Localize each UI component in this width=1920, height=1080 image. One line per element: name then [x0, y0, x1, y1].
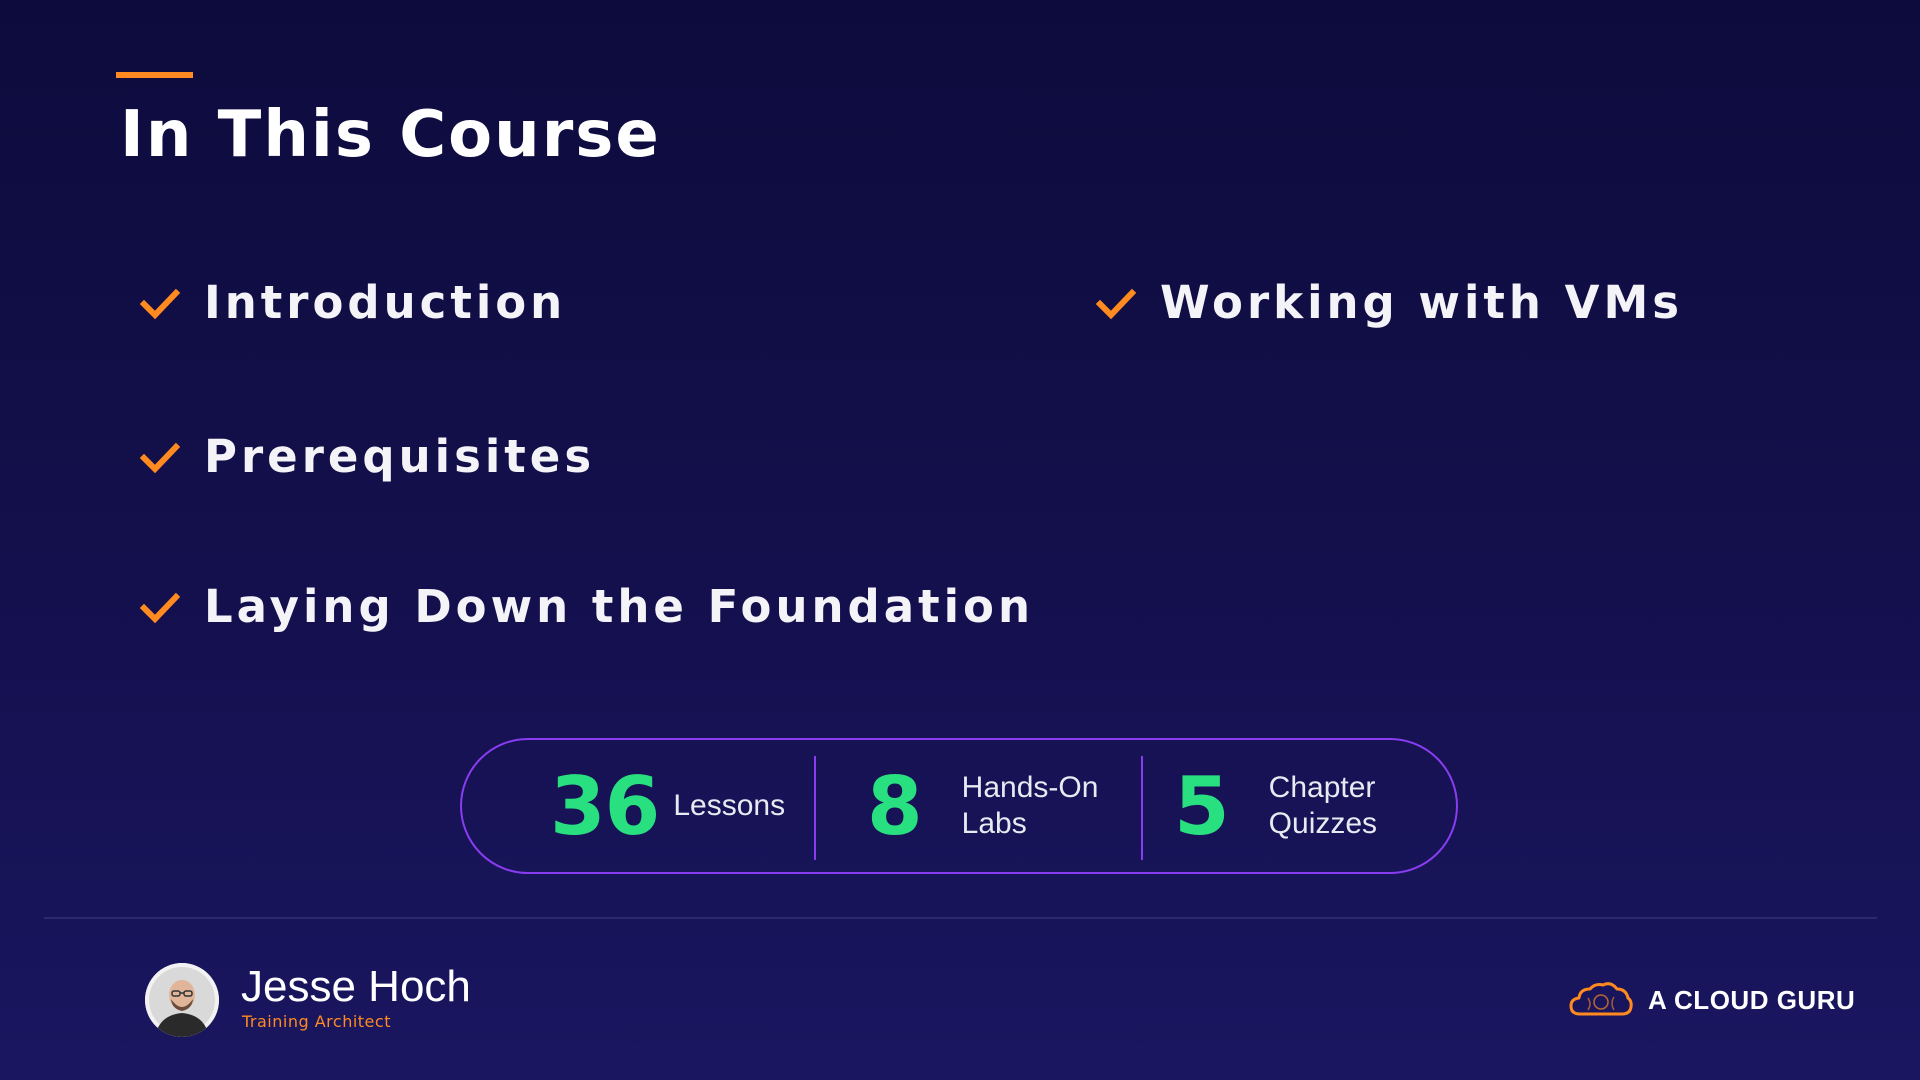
topic-prerequisites: Prerequisites — [140, 430, 595, 483]
stat-quizzes-label: Chapter Quizzes — [1269, 770, 1377, 842]
topic-label: Laying Down the Foundation — [204, 580, 1034, 633]
brand-name: A CLOUD GURU — [1648, 984, 1856, 1015]
stat-lessons-value: 36 — [550, 759, 660, 853]
presenter-name: Jesse Hoch — [241, 962, 471, 1011]
checkmark-icon — [140, 592, 180, 623]
stat-labs-label-line1: Hands-On — [961, 771, 1099, 804]
stat-labs-label: Hands-On Labs — [962, 770, 1099, 842]
checkmark-icon — [140, 442, 180, 473]
topic-label: Prerequisites — [204, 430, 596, 483]
stat-quizzes-value: 5 — [1174, 759, 1230, 853]
stat-quizzes-label-line1: Chapter — [1268, 771, 1376, 804]
title-accent-bar — [116, 72, 193, 78]
topic-label: Working with VMs — [1160, 276, 1684, 329]
presenter-photo — [145, 963, 219, 1037]
topic-working-with-vms: Working with VMs — [1096, 276, 1683, 329]
stat-divider — [1141, 756, 1143, 860]
topic-introduction: Introduction — [140, 276, 566, 329]
brand-logo: A CLOUD GURU — [1568, 980, 1855, 1020]
stat-labs-value: 8 — [867, 759, 923, 853]
stat-quizzes-label-line2: Quizzes — [1268, 807, 1378, 840]
stat-divider — [814, 756, 816, 860]
presenter-role: Training Architect — [242, 1012, 391, 1031]
course-stats-pill: 36 Lessons 8 Hands-On Labs 5 Chapter Qui… — [460, 738, 1458, 874]
checkmark-icon — [1096, 288, 1136, 319]
checkmark-icon — [140, 288, 180, 319]
topic-label: Introduction — [204, 276, 567, 329]
stat-labs: 8 Hands-On Labs — [867, 740, 1098, 872]
topic-laying-down-the-foundation: Laying Down the Foundation — [140, 580, 1034, 633]
slide-title: In This Course — [120, 98, 661, 172]
stat-labs-label-line2: Labs — [961, 807, 1027, 840]
stat-lessons-label-line1: Lessons — [673, 789, 786, 822]
footer-divider — [44, 917, 1877, 919]
stat-lessons-label: Lessons — [673, 788, 785, 824]
cloud-logo-icon — [1569, 982, 1633, 1016]
presenter-avatar — [145, 963, 219, 1037]
stat-quizzes: 5 Chapter Quizzes — [1174, 740, 1377, 872]
stat-lessons: 36 Lessons — [550, 740, 785, 872]
